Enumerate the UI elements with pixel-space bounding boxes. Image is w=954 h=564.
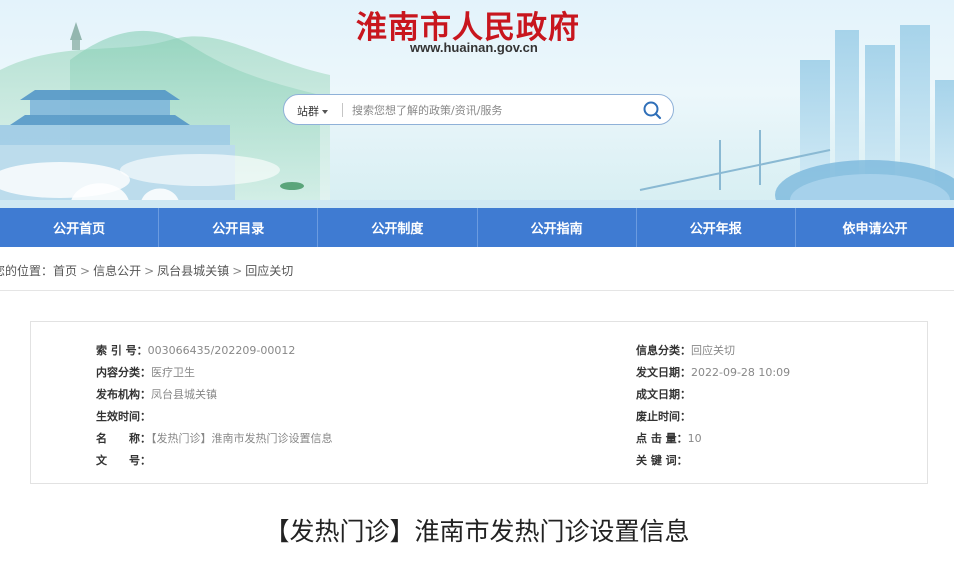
meta-issuer: 发布机构：凤台县城关镇 [96, 386, 217, 402]
breadcrumb-prefix: 您的位置： [0, 264, 54, 278]
meta-clicks: 点 击 量：10 [636, 430, 702, 446]
site-url[interactable]: www.huainan.gov.cn [410, 40, 538, 55]
nav-item-catalog[interactable]: 公开目录 [159, 208, 319, 247]
breadcrumb-town[interactable]: 凤台县城关镇 [157, 264, 229, 278]
nav-item-annual-report[interactable]: 公开年报 [637, 208, 796, 247]
meta-value: 回应关切 [691, 344, 735, 357]
chevron-down-icon [322, 110, 328, 114]
breadcrumb-info-public[interactable]: 信息公开 [93, 264, 141, 278]
meta-label: 成文日期： [636, 388, 691, 401]
meta-keywords: 关 键 词： [636, 452, 688, 468]
search-button[interactable] [641, 100, 663, 120]
divider [0, 290, 954, 291]
meta-value: 2022-09-28 10:09 [691, 366, 791, 379]
meta-label: 点 击 量： [636, 432, 688, 445]
nav-item-apply[interactable]: 依申请公开 [796, 208, 954, 247]
meta-issue-date: 发文日期：2022-09-28 10:09 [636, 364, 790, 380]
main-nav: 公开首页 公开目录 公开制度 公开指南 公开年报 依申请公开 [0, 208, 954, 247]
meta-expire-date: 废止时间： [636, 408, 691, 424]
breadcrumb-home[interactable]: 首页 [53, 264, 77, 278]
breadcrumb-separator: > [80, 264, 91, 278]
meta-name: 名 称：【发热门诊】淮南市发热门诊设置信息 [96, 430, 333, 446]
search-scope-dropdown[interactable]: 站群 [297, 103, 328, 119]
header-banner: 淮南市人民政府 www.huainan.gov.cn 站群 [0, 0, 954, 208]
meta-index-no: 索 引 号：003066435/202209-00012 [96, 342, 295, 358]
meta-doc-no: 文 号： [96, 452, 151, 468]
meta-label: 发布机构： [96, 388, 151, 401]
search-divider [342, 103, 343, 117]
meta-label: 信息分类： [636, 344, 691, 357]
meta-value: 【发热门诊】淮南市发热门诊设置信息 [151, 432, 333, 445]
article-title: 【发热门诊】淮南市发热门诊设置信息 [264, 517, 690, 546]
meta-label: 发文日期： [636, 366, 691, 379]
meta-label: 生效时间： [96, 410, 151, 423]
search-box: 站群 [283, 94, 674, 125]
nav-item-home[interactable]: 公开首页 [0, 208, 160, 247]
meta-effective-date: 生效时间： [96, 408, 151, 424]
search-input[interactable] [352, 100, 632, 120]
meta-value: 10 [687, 432, 702, 445]
document-meta-box: 索 引 号：003066435/202209-00012 内容分类：医疗卫生 发… [30, 321, 928, 484]
breadcrumb-separator: > [144, 264, 155, 278]
breadcrumb: 您的位置：首页>信息公开>凤台县城关镇>回应关切 [0, 262, 293, 279]
meta-content-type: 内容分类：医疗卫生 [96, 364, 195, 380]
meta-label: 关 键 词： [636, 454, 688, 467]
breadcrumb-separator: > [232, 264, 243, 278]
meta-category: 信息分类：回应关切 [636, 342, 735, 358]
nav-item-system[interactable]: 公开制度 [318, 208, 478, 247]
meta-label: 废止时间： [636, 410, 691, 423]
meta-value: 003066435/202209-00012 [147, 344, 296, 357]
nav-item-guide[interactable]: 公开指南 [478, 208, 637, 247]
meta-label: 索 引 号： [96, 344, 148, 357]
meta-value: 凤台县城关镇 [151, 388, 217, 401]
breadcrumb-current[interactable]: 回应关切 [245, 264, 293, 278]
search-icon [643, 101, 662, 120]
meta-label: 文 号： [96, 454, 151, 467]
meta-label: 名 称： [96, 432, 151, 445]
search-scope-label: 站群 [297, 105, 319, 118]
meta-value: 医疗卫生 [151, 366, 195, 379]
meta-label: 内容分类： [96, 366, 151, 379]
meta-written-date: 成文日期： [636, 386, 691, 402]
